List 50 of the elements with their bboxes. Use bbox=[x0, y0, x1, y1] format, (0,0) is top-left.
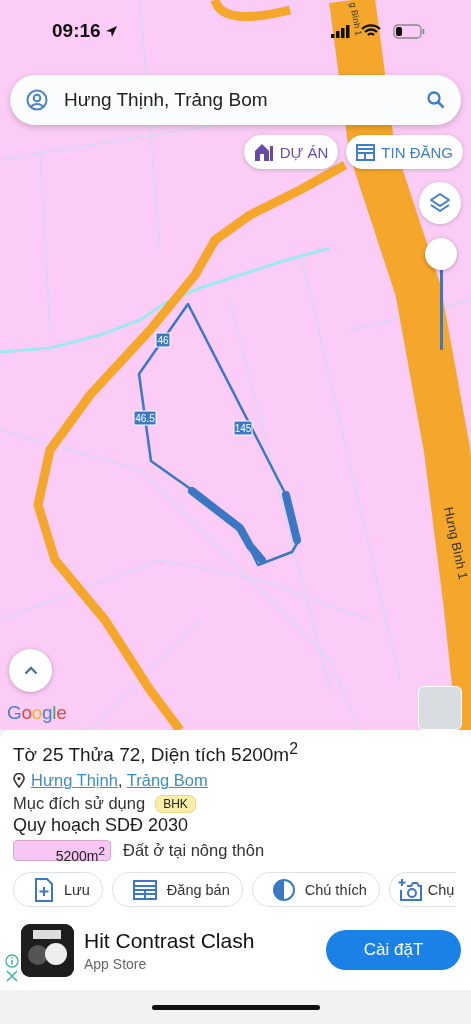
expand-button[interactable] bbox=[9, 649, 52, 692]
usage-label: Mục đích sử dụng bbox=[13, 794, 146, 814]
table-icon bbox=[356, 143, 376, 161]
status-time: 09:16 bbox=[52, 20, 101, 42]
layers-icon bbox=[429, 192, 451, 214]
signal-icon bbox=[331, 24, 351, 38]
usage-badge: BHK bbox=[155, 794, 196, 813]
road-label: Hưng Bình 1 bbox=[441, 505, 471, 581]
house-icon bbox=[253, 143, 274, 161]
battery-icon bbox=[393, 23, 425, 39]
action-button[interactable]: Lưu bbox=[13, 872, 103, 908]
action-button[interactable]: Chú thích bbox=[251, 872, 380, 908]
store-name: App Store bbox=[84, 955, 148, 972]
search-field[interactable]: Hưng Thịnh, Trảng Bom bbox=[62, 88, 413, 112]
chevron-up-icon bbox=[23, 666, 38, 675]
search-bar[interactable]: Hưng Thịnh, Trảng Bom bbox=[10, 75, 461, 125]
legend-swatch: 5200m$^{2}$ bbox=[13, 840, 111, 862]
action-button[interactable]: Chụ bbox=[388, 872, 457, 908]
plan-title: Quy hoạch SDĐ 2030 bbox=[13, 815, 190, 838]
app-name: Hit Contrast Clash bbox=[84, 928, 256, 953]
search-icon[interactable] bbox=[427, 91, 445, 109]
layers-button[interactable] bbox=[419, 182, 461, 224]
table-icon bbox=[132, 879, 157, 900]
chip-button[interactable]: TIN ĐĂNG bbox=[346, 135, 463, 169]
separator: , bbox=[117, 771, 123, 790]
chip-button[interactable]: DỰ ÁN bbox=[243, 135, 339, 169]
location-link[interactable]: Trảng Bom bbox=[126, 771, 208, 790]
account-icon bbox=[26, 89, 48, 111]
road-label: g Bình 1 bbox=[348, 1, 364, 37]
slider-thumb[interactable] bbox=[425, 238, 457, 270]
app-icon bbox=[21, 923, 74, 977]
distance-label: 145 bbox=[233, 420, 253, 436]
parcel-title: Tờ 25 Thửa 72, Diện tích 5200m$^{2}$ bbox=[13, 740, 299, 767]
info-icon[interactable] bbox=[5, 954, 19, 968]
zoom-slider[interactable] bbox=[425, 238, 457, 350]
pin-icon bbox=[13, 773, 25, 789]
add-file-icon bbox=[34, 877, 54, 902]
photo-placeholder[interactable] bbox=[418, 686, 462, 730]
map-logo: Google bbox=[7, 702, 67, 724]
legend-label: Đất ở tại nông thôn bbox=[123, 841, 265, 861]
distance-label: 46 bbox=[155, 332, 171, 348]
install-button[interactable]: Cài đặT bbox=[326, 930, 461, 970]
distance-label: 46.5 bbox=[133, 410, 157, 426]
location-link[interactable]: Hưng Thịnh bbox=[31, 771, 118, 790]
location-arrow-icon bbox=[104, 24, 118, 38]
close-icon[interactable] bbox=[5, 970, 19, 982]
contrast-icon bbox=[272, 878, 295, 901]
action-button[interactable]: Đăng bán bbox=[111, 872, 243, 908]
camera-plus-icon bbox=[397, 878, 422, 901]
wifi-icon bbox=[361, 24, 381, 38]
